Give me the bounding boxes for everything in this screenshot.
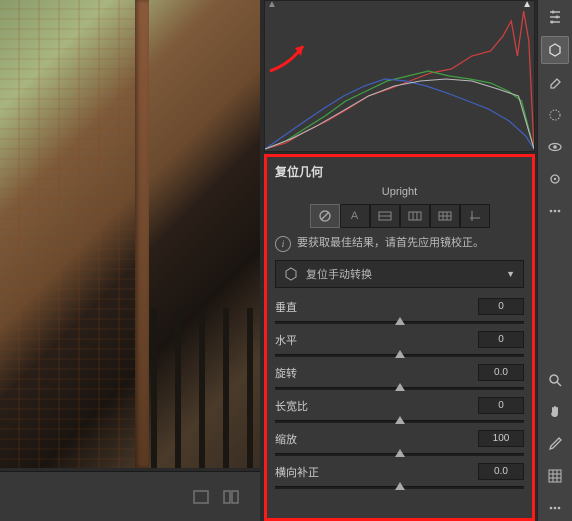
split-icon[interactable]: [222, 488, 240, 506]
radial-icon[interactable]: [542, 102, 568, 128]
grid-icon[interactable]: [542, 463, 568, 489]
slider-value[interactable]: 100: [478, 430, 524, 447]
slider-track[interactable]: [275, 382, 524, 394]
preview-bottom-toolbar: [0, 471, 260, 521]
slider-label: 缩放: [275, 431, 297, 447]
eyedropper-icon[interactable]: [542, 431, 568, 457]
info-message: i 要获取最佳结果，请首先应用镜校正。: [275, 236, 524, 252]
slider-track[interactable]: [275, 316, 524, 328]
eye-icon[interactable]: [542, 134, 568, 160]
upright-modes: A: [275, 204, 524, 228]
slider-3: 长宽比 0: [275, 397, 524, 427]
chevron-down-icon: ▼: [506, 269, 515, 279]
slider-0: 垂直 0: [275, 298, 524, 328]
upright-vertical-button[interactable]: [400, 204, 430, 228]
slider-thumb[interactable]: [395, 317, 405, 325]
geometry-panel: 复位几何 Upright A i 要获取最佳结果，请首先应用镜校正。 复位手动转…: [264, 154, 535, 521]
slider-track[interactable]: [275, 481, 524, 493]
upright-full-button[interactable]: [430, 204, 460, 228]
upright-off-button[interactable]: [310, 204, 340, 228]
slider-2: 旋转 0.0: [275, 364, 524, 394]
slider-value[interactable]: 0: [478, 397, 524, 414]
reset-manual-button[interactable]: 复位手动转换 ▼: [275, 260, 524, 288]
slider-track[interactable]: [275, 448, 524, 460]
slider-thumb[interactable]: [395, 416, 405, 424]
slider-5: 横向补正 0.0: [275, 463, 524, 493]
slider-label: 横向补正: [275, 464, 319, 480]
slider-thumb[interactable]: [395, 383, 405, 391]
slider-label: 旋转: [275, 365, 297, 381]
compare-icon[interactable]: [192, 488, 210, 506]
dots-icon[interactable]: [542, 198, 568, 224]
brush-icon[interactable]: [542, 166, 568, 192]
right-toolbar: [537, 0, 572, 521]
info-icon: i: [275, 236, 291, 252]
slider-thumb[interactable]: [395, 449, 405, 457]
slider-value[interactable]: 0.0: [478, 364, 524, 381]
hand-icon[interactable]: [542, 399, 568, 425]
slider-value[interactable]: 0: [478, 298, 524, 315]
upright-label: Upright: [275, 186, 524, 198]
slider-track[interactable]: [275, 415, 524, 427]
slider-label: 长宽比: [275, 398, 308, 414]
upright-guided-button[interactable]: [460, 204, 490, 228]
image-preview-area: [0, 0, 264, 521]
slider-track[interactable]: [275, 349, 524, 361]
zoom-icon[interactable]: [542, 367, 568, 393]
slider-4: 缩放 100: [275, 430, 524, 460]
slider-label: 垂直: [275, 299, 297, 315]
upright-level-button[interactable]: [370, 204, 400, 228]
more-icon[interactable]: [542, 495, 568, 521]
slider-thumb[interactable]: [395, 482, 405, 490]
slider-value[interactable]: 0.0: [478, 463, 524, 480]
slider-thumb[interactable]: [395, 350, 405, 358]
sliders-icon[interactable]: [542, 4, 568, 30]
slider-value[interactable]: 0: [478, 331, 524, 348]
slider-1: 水平 0: [275, 331, 524, 361]
image-preview[interactable]: [0, 0, 260, 468]
transform-icon[interactable]: [541, 36, 569, 64]
slider-label: 水平: [275, 332, 297, 348]
upright-auto-button[interactable]: A: [340, 204, 370, 228]
eraser-icon[interactable]: [542, 70, 568, 96]
panel-title: 复位几何: [275, 163, 524, 180]
histogram[interactable]: ▲ ▲: [264, 0, 535, 152]
